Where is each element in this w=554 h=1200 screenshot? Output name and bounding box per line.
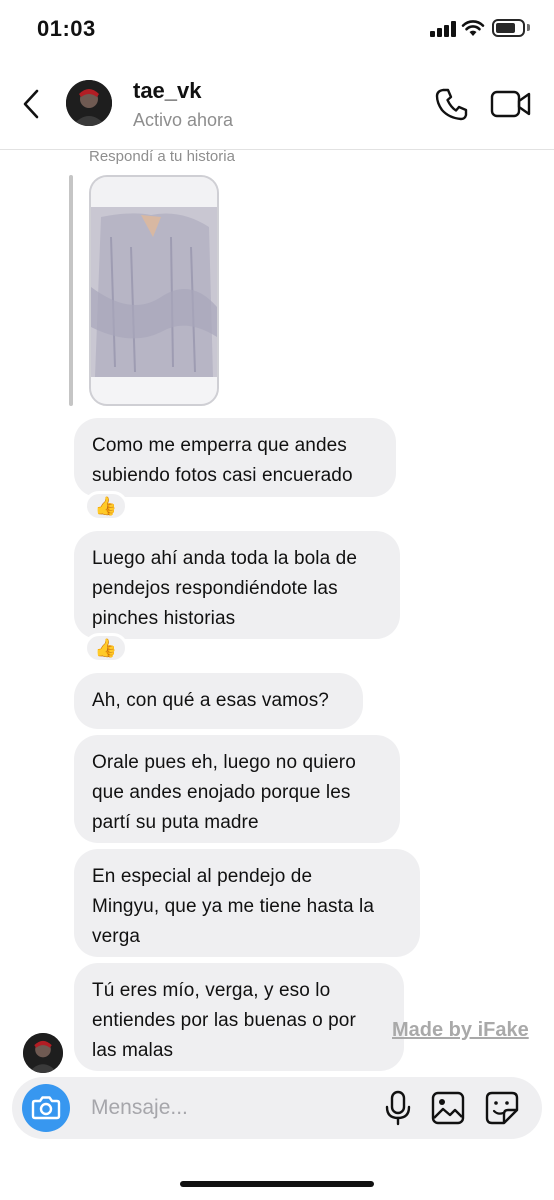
image-icon[interactable] — [430, 1090, 466, 1126]
message-bubble[interactable]: Luego ahí anda toda la bola de pendejos … — [74, 531, 400, 639]
battery-tip — [527, 24, 530, 31]
message-line: entiendes por las buenas o por — [92, 1010, 356, 1031]
status-bar: 01:03 — [0, 0, 554, 60]
sticker-icon[interactable] — [484, 1090, 520, 1126]
message-line: las malas — [92, 1040, 174, 1061]
phone-icon[interactable] — [434, 86, 470, 122]
message-bubble[interactable]: En especial al pendejo de Mingyu, que ya… — [74, 849, 420, 957]
message-line: pendejos respondiéndote las — [92, 578, 338, 599]
chevron-left-icon[interactable] — [18, 87, 46, 121]
message-line: Como me emperra que andes — [92, 435, 347, 456]
wifi-icon — [461, 20, 485, 36]
message-line: Luego ahí anda toda la bola de — [92, 548, 358, 569]
battery-icon — [492, 19, 525, 37]
sender-avatar[interactable] — [23, 1033, 63, 1073]
chat-username[interactable]: tae_vk — [133, 78, 202, 104]
message-bubble[interactable]: Tú eres mío, verga, y eso lo entiendes p… — [74, 963, 404, 1071]
message-composer — [12, 1077, 542, 1139]
story-reply-label: Respondí a tu historia — [89, 148, 235, 165]
camera-button[interactable] — [22, 1084, 70, 1132]
avatar[interactable] — [66, 80, 112, 126]
message-line: subiendo fotos casi encuerado — [92, 465, 353, 486]
message-line: pinches historias — [92, 608, 236, 629]
camera-icon — [31, 1096, 61, 1120]
microphone-icon[interactable] — [382, 1090, 414, 1126]
message-line: partí su puta madre — [92, 812, 259, 833]
message-line: que andes enojado porque les — [92, 782, 351, 803]
message-input[interactable] — [91, 1094, 351, 1122]
status-time: 01:03 — [37, 16, 96, 41]
message-line: En especial al pendejo de — [92, 866, 313, 887]
active-status: Activo ahora — [133, 110, 234, 130]
message-line: Mingyu, que ya me tiene hasta la — [92, 896, 375, 917]
home-indicator — [180, 1181, 374, 1187]
story-thumbnail[interactable] — [89, 175, 219, 406]
message-bubble[interactable]: Ah, con qué a esas vamos? — [74, 673, 363, 729]
chat-header: tae_vk Activo ahora — [0, 60, 554, 150]
reply-indicator-line — [69, 175, 73, 406]
message-bubble[interactable]: Orale pues eh, luego no quiero que andes… — [74, 735, 400, 843]
video-camera-icon[interactable] — [490, 88, 532, 120]
message-line: Tú eres mío, verga, y eso lo — [92, 980, 331, 1001]
cellular-signal-icon — [430, 21, 456, 37]
watermark: Made by iFake — [392, 1019, 529, 1041]
message-bubble[interactable]: Como me emperra que andes subiendo fotos… — [74, 418, 396, 497]
reaction-badge[interactable]: 👍 — [84, 491, 128, 521]
reaction-badge[interactable]: 👍 — [84, 633, 128, 663]
message-line: Orale pues eh, luego no quiero — [92, 752, 356, 773]
message-line: Ah, con qué a esas vamos? — [92, 690, 329, 711]
message-line: verga — [92, 926, 141, 947]
